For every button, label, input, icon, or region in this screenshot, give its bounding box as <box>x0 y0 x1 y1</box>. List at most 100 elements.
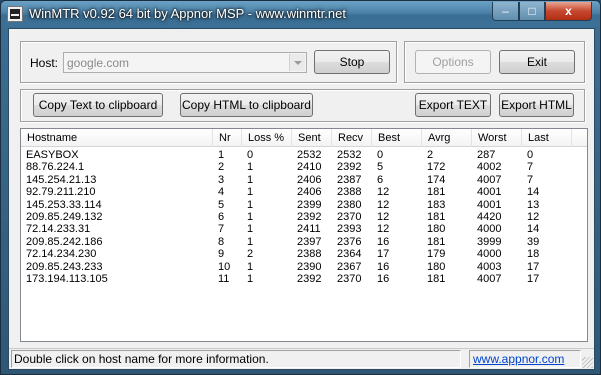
cell-hostname[interactable]: 145.253.33.114 <box>21 199 213 212</box>
cell-best: 16 <box>377 260 390 273</box>
cell-sent: 2406 <box>297 173 322 186</box>
copy-html-button[interactable]: Copy HTML to clipboard <box>180 93 313 117</box>
cell-loss: 1 <box>247 198 254 211</box>
cell-hostname[interactable]: 209.85.242.186 <box>21 236 213 249</box>
cell-worst: 4000 <box>477 223 502 236</box>
table-row[interactable]: 145.254.21.13 3 1 2406 2387 6 174 4007 7 <box>21 174 587 187</box>
cell-nr: 5 <box>218 198 225 211</box>
column-header-worst[interactable]: Worst <box>472 129 522 147</box>
table-row[interactable]: 88.76.224.1 2 1 2410 2392 5 172 4002 7 <box>21 161 587 174</box>
cell-worst: 287 <box>477 149 496 161</box>
table-row[interactable]: 209.85.242.186 8 1 2397 2376 16 181 3999 39 <box>21 236 587 249</box>
cell-best: 5 <box>377 161 384 174</box>
resize-grip-icon[interactable] <box>582 357 593 368</box>
table-row[interactable]: 209.85.249.132 6 1 2392 2370 12 181 4420 12 <box>21 211 587 224</box>
cell-worst: 4001 <box>477 186 502 199</box>
cell-hostname[interactable]: 92.79.211.210 <box>21 186 213 199</box>
cell-last: 14 <box>527 223 540 236</box>
column-header-last[interactable]: Last <box>522 129 572 147</box>
host-label: Host: <box>30 56 59 70</box>
cell-hostname[interactable]: 72.14.234.230 <box>21 248 213 261</box>
cell-loss: 1 <box>247 260 254 273</box>
cell-worst: 4420 <box>477 211 502 223</box>
window-title: WinMTR v0.92 64 bit by Appnor MSP - www.… <box>29 6 346 21</box>
host-combobox[interactable]: google.com <box>63 52 307 73</box>
table-row[interactable]: 173.194.113.105 11 1 2392 2370 16 181 4007 17 <box>21 273 587 286</box>
cell-hostname[interactable]: 88.76.224.1 <box>21 161 213 174</box>
cell-nr: 9 <box>218 248 225 261</box>
table-row[interactable]: EASYBOX 1 0 2532 2532 0 2 287 0 <box>21 149 587 162</box>
cell-sent: 2392 <box>297 273 322 285</box>
cell-hostname[interactable]: 145.254.21.13 <box>21 174 213 187</box>
appnor-link[interactable]: www.appnor.com <box>469 350 581 368</box>
cell-worst: 4001 <box>477 198 502 211</box>
results-table[interactable]: Hostname Nr Loss % Sent Recv Best Avrg W… <box>20 128 588 342</box>
cell-best: 0 <box>377 149 384 161</box>
cell-sent: 2390 <box>297 260 322 273</box>
cell-last: 39 <box>527 235 540 248</box>
cell-best: 12 <box>377 186 390 199</box>
export-html-button[interactable]: Export HTML <box>499 93 574 117</box>
cell-sent: 2532 <box>297 149 322 161</box>
column-header-sent[interactable]: Sent <box>292 129 332 147</box>
cell-best: 12 <box>377 198 390 211</box>
cell-loss: 0 <box>247 149 254 161</box>
stop-button[interactable]: Stop <box>314 50 390 74</box>
column-header-hostname[interactable]: Hostname <box>21 129 213 147</box>
cell-recv: 2364 <box>337 248 362 261</box>
cell-loss: 1 <box>247 235 254 248</box>
column-header-avrg[interactable]: Avrg <box>422 129 472 147</box>
status-bar: Double click on host name for more infor… <box>9 348 594 369</box>
maximize-button[interactable]: □ <box>519 2 545 21</box>
cell-last: 13 <box>527 198 540 211</box>
cell-avrg: 183 <box>427 198 446 211</box>
exit-button[interactable]: Exit <box>499 50 575 74</box>
close-button[interactable]: x <box>545 2 592 21</box>
cell-recv: 2380 <box>337 198 362 211</box>
table-row[interactable]: 145.253.33.114 5 1 2399 2380 12 183 4001 13 <box>21 199 587 212</box>
cell-best: 12 <box>377 211 390 223</box>
cell-recv: 2387 <box>337 173 362 186</box>
options-button[interactable]: Options <box>415 50 491 74</box>
table-row[interactable]: 209.85.243.233 10 1 2390 2367 16 180 4003 17 <box>21 261 587 274</box>
cell-nr: 2 <box>218 161 225 174</box>
cell-worst: 4003 <box>477 260 502 273</box>
cell-worst: 4002 <box>477 161 502 174</box>
cell-avrg: 181 <box>427 235 446 248</box>
cell-hostname[interactable]: 209.85.249.132 <box>21 211 213 224</box>
copy-text-button[interactable]: Copy Text to clipboard <box>33 93 163 117</box>
cell-loss: 1 <box>247 186 254 199</box>
cell-hostname[interactable]: 209.85.243.233 <box>21 261 213 274</box>
cell-loss: 2 <box>247 248 254 261</box>
cell-best: 16 <box>377 235 390 248</box>
chevron-down-icon[interactable] <box>289 54 305 71</box>
cell-loss: 1 <box>247 173 254 186</box>
cell-avrg: 179 <box>427 248 446 261</box>
table-row[interactable]: 92.79.211.210 4 1 2406 2388 12 181 4001 14 <box>21 186 587 199</box>
column-header-best[interactable]: Best <box>372 129 422 147</box>
title-bar[interactable]: WinMTR v0.92 64 bit by Appnor MSP - www.… <box>1 1 600 27</box>
cell-best: 17 <box>377 248 390 261</box>
cell-hostname[interactable]: 173.194.113.105 <box>21 273 213 286</box>
cell-recv: 2393 <box>337 223 362 236</box>
cell-worst: 4007 <box>477 173 502 186</box>
cell-last: 14 <box>527 186 540 199</box>
table-row[interactable]: 72.14.234.230 9 2 2388 2364 17 179 4000 18 <box>21 248 587 261</box>
cell-last: 12 <box>527 211 540 223</box>
column-header-loss[interactable]: Loss % <box>242 129 292 147</box>
host-value: google.com <box>67 56 130 70</box>
minimize-button[interactable]: – <box>492 2 519 21</box>
cell-hostname[interactable]: EASYBOX <box>21 149 213 162</box>
cell-hostname[interactable]: 72.14.233.31 <box>21 223 213 236</box>
cell-recv: 2388 <box>337 186 362 199</box>
export-text-button[interactable]: Export TEXT <box>415 93 491 117</box>
table-header: Hostname Nr Loss % Sent Recv Best Avrg W… <box>21 129 587 147</box>
column-header-nr[interactable]: Nr <box>213 129 242 147</box>
column-header-recv[interactable]: Recv <box>332 129 372 147</box>
table-row[interactable]: 72.14.233.31 7 1 2411 2393 12 180 4000 14 <box>21 223 587 236</box>
cell-avrg: 180 <box>427 223 446 236</box>
cell-worst: 4007 <box>477 273 502 285</box>
client-area: Host: google.com Stop Options Exit Copy … <box>8 28 595 370</box>
cell-sent: 2397 <box>297 235 322 248</box>
cell-nr: 11 <box>218 273 230 285</box>
